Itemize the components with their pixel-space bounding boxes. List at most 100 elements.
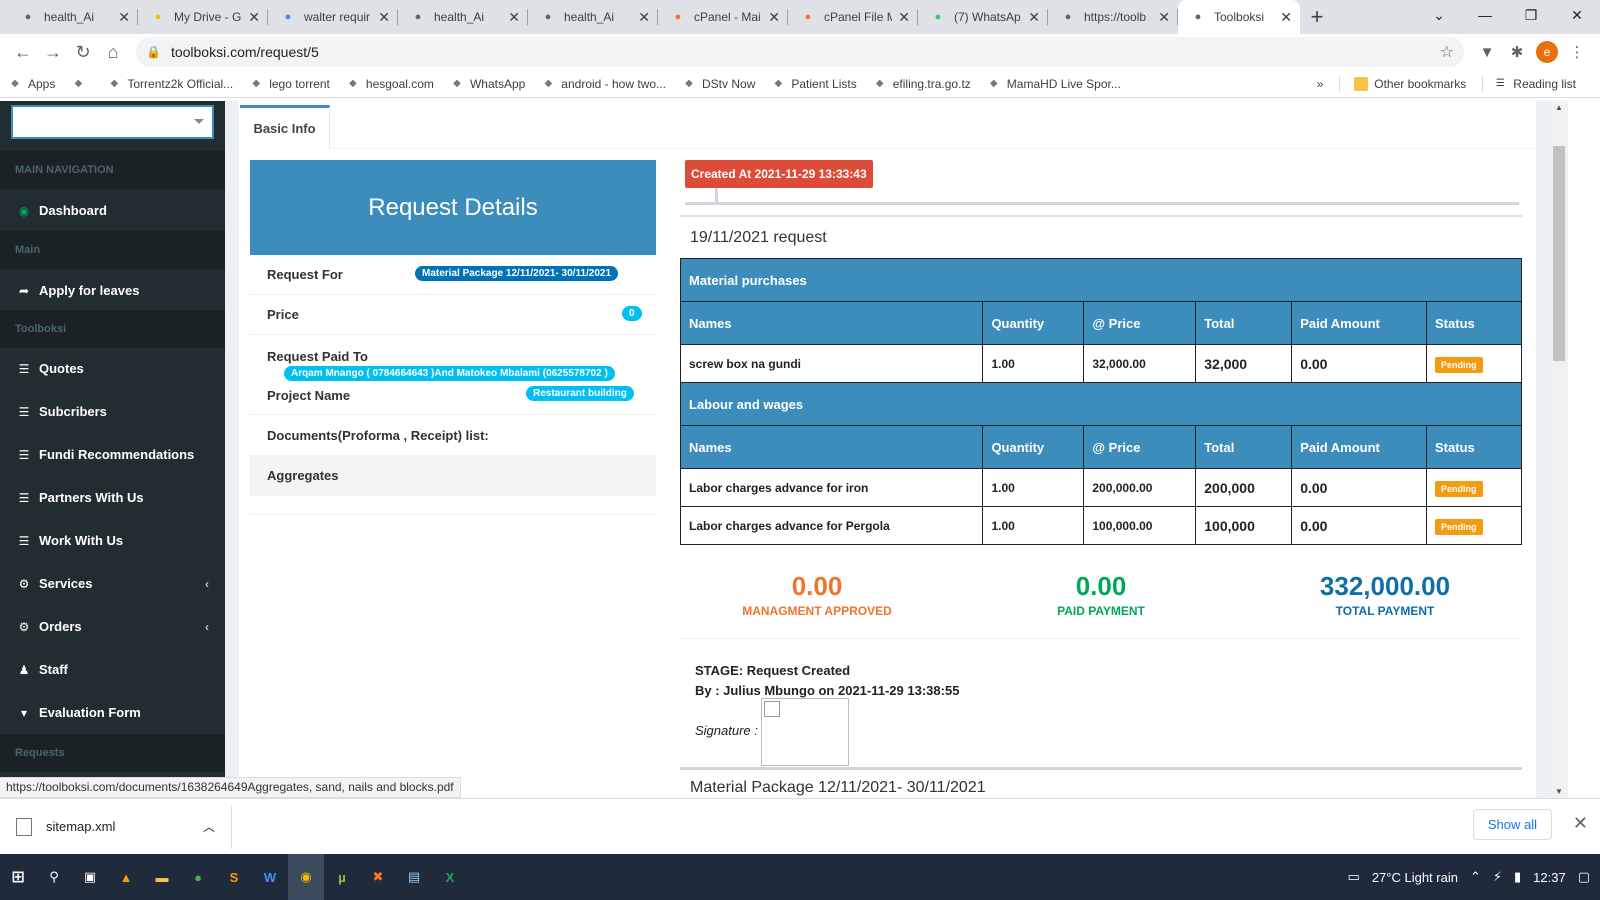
url-text[interactable]: toolboksi.com/request/5 — [171, 44, 1440, 60]
search-icon[interactable]: ⚲ — [36, 854, 72, 900]
browser-tab[interactable]: ● (7) WhatsAp ✕ — [918, 0, 1048, 34]
bookmark-item[interactable]: ◆ hesgoal.com — [346, 77, 434, 91]
sidebar-item-partners[interactable]: ☰ Partners With Us — [0, 476, 225, 519]
browser-tab[interactable]: ● health_Ai ✕ — [398, 0, 528, 34]
close-tab-icon[interactable]: ✕ — [1028, 9, 1040, 26]
sidebar-item-quotes[interactable]: ☰ Quotes — [0, 347, 225, 390]
reading-list[interactable]: ☰ Reading list — [1493, 77, 1576, 91]
sidebar-item-staff[interactable]: ♟ Staff — [0, 648, 225, 691]
close-tab-icon[interactable]: ✕ — [898, 9, 910, 26]
aggregates-row[interactable]: Aggregates — [250, 456, 656, 496]
browser-tab[interactable]: ● https://toolb ✕ — [1048, 0, 1178, 34]
close-tab-icon[interactable]: ✕ — [1158, 9, 1170, 26]
show-all-button[interactable]: Show all — [1472, 809, 1552, 840]
utorrent-icon[interactable]: µ — [324, 854, 360, 900]
close-icon[interactable]: ✕ — [1573, 813, 1588, 834]
tab-search-icon[interactable]: ⌄ — [1416, 0, 1462, 30]
aggregates-link[interactable]: Aggregates — [267, 468, 339, 483]
sidebar-item-evaluation[interactable]: ▾ Evaluation Form — [0, 691, 225, 734]
close-tab-icon[interactable]: ✕ — [768, 9, 780, 26]
page-scrollbar[interactable]: ▲ ▼ — [1550, 101, 1568, 798]
sidebar-item-apply-leaves[interactable]: ➦ Apply for leaves — [0, 269, 225, 312]
cell-status: Pending — [1426, 344, 1522, 383]
battery-icon[interactable]: ▮ — [1514, 869, 1521, 885]
bookmarks-overflow-icon[interactable]: » — [1317, 77, 1324, 91]
browser-tab[interactable]: ● cPanel - Mai ✕ — [658, 0, 788, 34]
home-icon[interactable]: ⌂ — [98, 37, 128, 67]
sublime-icon[interactable]: S — [216, 854, 252, 900]
browser-tab[interactable]: ● walter requir ✕ — [268, 0, 398, 34]
scroll-up-icon[interactable]: ▲ — [1555, 103, 1563, 112]
bookmark-item[interactable]: ◆ Torrentz2k Official... — [107, 77, 234, 91]
tray-overflow-icon[interactable]: ⌃ — [1470, 869, 1481, 885]
scroll-down-icon[interactable]: ▼ — [1555, 787, 1563, 796]
task-view-icon[interactable]: ▣ — [72, 854, 108, 900]
profile-avatar[interactable]: e — [1532, 37, 1562, 67]
chevron-up-icon[interactable]: ︿ — [203, 818, 215, 835]
chrome-icon[interactable]: ◉ — [288, 854, 324, 900]
sidebar-item-services[interactable]: ⚙ Services ‹ — [0, 562, 225, 605]
extension-v-icon[interactable]: ▼ — [1472, 37, 1502, 67]
excel-icon[interactable]: X — [432, 854, 468, 900]
extensions-puzzle-icon[interactable]: ✱ — [1502, 37, 1532, 67]
restore-icon[interactable]: ❐ — [1508, 0, 1554, 30]
sidebar-item-orders[interactable]: ⚙ Orders ‹ — [0, 605, 225, 648]
download-item[interactable]: sitemap.xml ︿ — [0, 804, 232, 849]
other-bookmarks[interactable]: Other bookmarks — [1354, 76, 1466, 91]
bookmark-item[interactable]: ◆ DStv Now — [682, 77, 755, 91]
close-tab-icon[interactable]: ✕ — [248, 9, 260, 26]
close-tab-icon[interactable]: ✕ — [378, 9, 390, 26]
bookmark-item[interactable]: ◆ efiling.tra.go.tz — [873, 77, 971, 91]
close-window-icon[interactable]: ✕ — [1554, 0, 1600, 30]
close-tab-icon[interactable]: ✕ — [1280, 9, 1292, 26]
minimize-icon[interactable]: — — [1462, 0, 1508, 30]
windows-start-icon[interactable]: ⊞ — [0, 854, 36, 900]
reload-icon[interactable]: ↻ — [68, 37, 98, 67]
sidebar-search-select[interactable] — [11, 105, 214, 139]
cell-name: Labor charges advance for iron — [679, 468, 984, 507]
browser-tab[interactable]: ● health_Ai ✕ — [528, 0, 658, 34]
weather-text[interactable]: 27°C Light rain — [1372, 870, 1458, 885]
user-icon: ♟ — [18, 662, 30, 677]
back-icon[interactable]: ← — [8, 37, 38, 67]
browser-tab[interactable]: ● cPanel File M ✕ — [788, 0, 918, 34]
scrollbar-thumb[interactable] — [1553, 146, 1565, 361]
bookmark-item[interactable]: ◆ android - how two... — [541, 77, 666, 91]
notification-icon[interactable]: ▢ — [1578, 869, 1590, 885]
address-bar[interactable]: 🔒 toolboksi.com/request/5 ☆ — [136, 37, 1464, 67]
bookmark-item[interactable]: ◆ WhatsApp — [450, 77, 525, 91]
sidebar-item-subscribers[interactable]: ☰ Subcribers — [0, 390, 225, 433]
browser-tab[interactable]: ● health_Ai ✕ — [8, 0, 138, 34]
bookmarks-bar: ◆ Apps ◆ ◆ Torrentz2k Official... ◆ lego torre… — [0, 70, 1600, 98]
notepad-icon[interactable]: ▤ — [396, 854, 432, 900]
lock-icon[interactable]: 🔒 — [146, 45, 161, 59]
browser-tab[interactable]: ● Toolboksi ✕ — [1178, 0, 1300, 34]
app-green-icon[interactable]: ● — [180, 854, 216, 900]
tab-basic-info[interactable]: Basic Info — [240, 105, 330, 149]
browser-tab[interactable]: ● My Drive - G ✕ — [138, 0, 268, 34]
close-tab-icon[interactable]: ✕ — [638, 9, 650, 26]
sidebar-item-fundi[interactable]: ☰ Fundi Recommendations — [0, 433, 225, 476]
clock-text[interactable]: 12:37 — [1533, 870, 1566, 885]
file-explorer-icon[interactable]: ▬ — [144, 854, 180, 900]
xampp-icon[interactable]: ✖ — [360, 854, 396, 900]
sidebar-item-dashboard[interactable]: ◉ Dashboard — [0, 189, 225, 232]
bookmark-item[interactable]: ◆ lego torrent — [249, 77, 330, 91]
bookmark-item[interactable]: ◆ Apps — [8, 77, 55, 91]
bookmark-item[interactable]: ◆ MamaHD Live Spor... — [987, 77, 1121, 91]
menu-dots-icon[interactable]: ⋮ — [1562, 37, 1592, 67]
close-tab-icon[interactable]: ✕ — [508, 9, 520, 26]
avatar[interactable]: e — [1536, 41, 1558, 63]
vlc-icon[interactable]: ▲ — [108, 854, 144, 900]
bookmark-star-icon[interactable]: ☆ — [1440, 42, 1454, 62]
bookmark-item[interactable]: ◆ — [71, 77, 91, 91]
new-tab-button[interactable]: + — [1300, 0, 1334, 34]
sidebar-item-work[interactable]: ☰ Work With Us — [0, 519, 225, 562]
close-tab-icon[interactable]: ✕ — [118, 9, 130, 26]
network-icon[interactable]: ⚡ — [1493, 869, 1502, 885]
word-icon[interactable]: W — [252, 854, 288, 900]
column-header: Names — [679, 425, 984, 469]
forward-icon[interactable]: → — [38, 37, 68, 67]
weather-icon[interactable]: ▭ — [1348, 869, 1360, 885]
bookmark-item[interactable]: ◆ Patient Lists — [771, 77, 857, 91]
